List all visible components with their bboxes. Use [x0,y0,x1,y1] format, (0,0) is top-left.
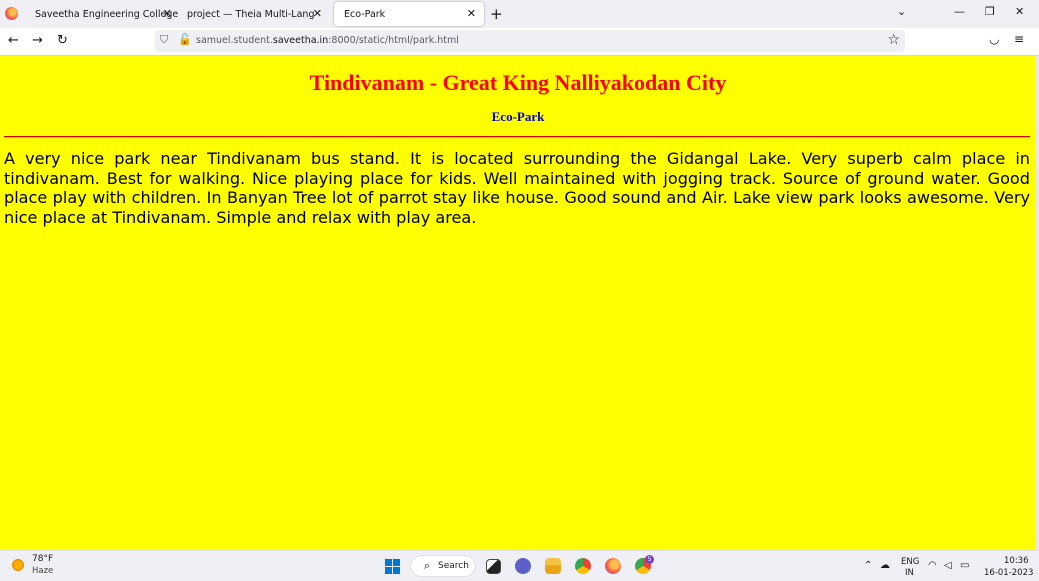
battery-icon[interactable]: ▭ [960,560,969,571]
restore-icon[interactable]: ❐ [985,5,995,18]
page-content: Tindivanam - Great King Nalliyakodan Cit… [0,56,1036,550]
new-tab-icon[interactable]: + [490,5,503,23]
insecure-lock-icon[interactable]: 🔓 [178,33,192,46]
horizontal-rule [4,136,1030,138]
taskbar: 78°F Haze ⌕ Search 5 ⌃ ☁ ENG IN ◠ ◁ ▭ 10… [0,550,1039,581]
search-label: Search [438,561,469,571]
search-icon: ⌕ [424,559,431,572]
firefox-taskbar-icon[interactable] [605,558,621,574]
forward-icon[interactable]: → [32,33,43,48]
reload-icon[interactable]: ↻ [57,33,68,48]
url-bar[interactable]: ⛉ 🔓 samuel.student.saveetha.in:8000/stat… [155,30,905,52]
file-explorer-icon[interactable] [545,558,561,574]
close-window-icon[interactable]: ✕ [1015,5,1024,18]
park-description: A very nice park near Tindivanam bus sta… [4,149,1030,227]
taskbar-search[interactable]: ⌕ Search [411,556,475,576]
shield-icon[interactable]: ⛉ [160,33,168,47]
language-code[interactable]: ENG [901,557,919,567]
tab-eco-park[interactable]: Eco-Park ✕ [334,2,484,26]
close-tab-icon[interactable]: ✕ [313,7,322,20]
url-domain: saveetha.in [272,35,329,46]
url-prefix: samuel.student. [196,35,273,46]
close-tab-icon[interactable]: ✕ [163,7,172,20]
tab-label: project — Theia Multi-Language Ex [187,8,315,20]
page-title: Tindivanam - Great King Nalliyakodan Cit… [309,70,727,95]
chevron-up-icon[interactable]: ⌃ [864,560,872,571]
tab-saveetha[interactable]: Saveetha Engineering College ✕ [25,2,180,26]
list-tabs-icon[interactable]: ⌄ [897,5,906,18]
notification-badge: 5 [645,555,654,564]
firefox-icon[interactable] [5,7,18,20]
bookmark-star-icon[interactable]: ☆ [887,32,900,48]
clock-date[interactable]: 16-01-2023 [984,568,1033,578]
url-suffix: :8000/static/html/park.html [328,35,459,46]
page-subtitle: Eco-Park [491,109,545,124]
onedrive-icon[interactable]: ☁ [880,560,890,571]
task-view-icon[interactable] [486,559,501,574]
weather-icon[interactable] [11,558,25,572]
nav-bar: ← → ↻ ⛉ 🔓 samuel.student.saveetha.in:800… [0,28,1039,56]
tab-label: Saveetha Engineering College [35,8,179,20]
tab-project[interactable]: project — Theia Multi-Language Ex ✕ [177,2,330,26]
volume-icon[interactable]: ◁ [944,560,952,571]
language-region[interactable]: IN [905,568,914,578]
minimize-icon[interactable]: — [954,5,965,18]
close-tab-icon[interactable]: ✕ [467,7,476,20]
wifi-icon[interactable]: ◠ [928,560,937,571]
pocket-icon[interactable]: ◡ [989,32,999,46]
weather-condition[interactable]: Haze [32,566,53,576]
weather-temp[interactable]: 78°F [32,554,53,564]
tab-label: Eco-Park [344,8,386,20]
tab-bar: Saveetha Engineering College ✕ project —… [0,0,1039,28]
clock-time[interactable]: 10:36 [1004,556,1029,566]
url-text[interactable]: samuel.student.saveetha.in:8000/static/h… [196,35,459,46]
menu-icon[interactable]: ≡ [1014,32,1024,46]
back-icon[interactable]: ← [8,33,19,48]
start-icon[interactable] [385,559,400,574]
chat-icon[interactable] [515,558,531,574]
chrome-icon[interactable] [575,558,591,574]
